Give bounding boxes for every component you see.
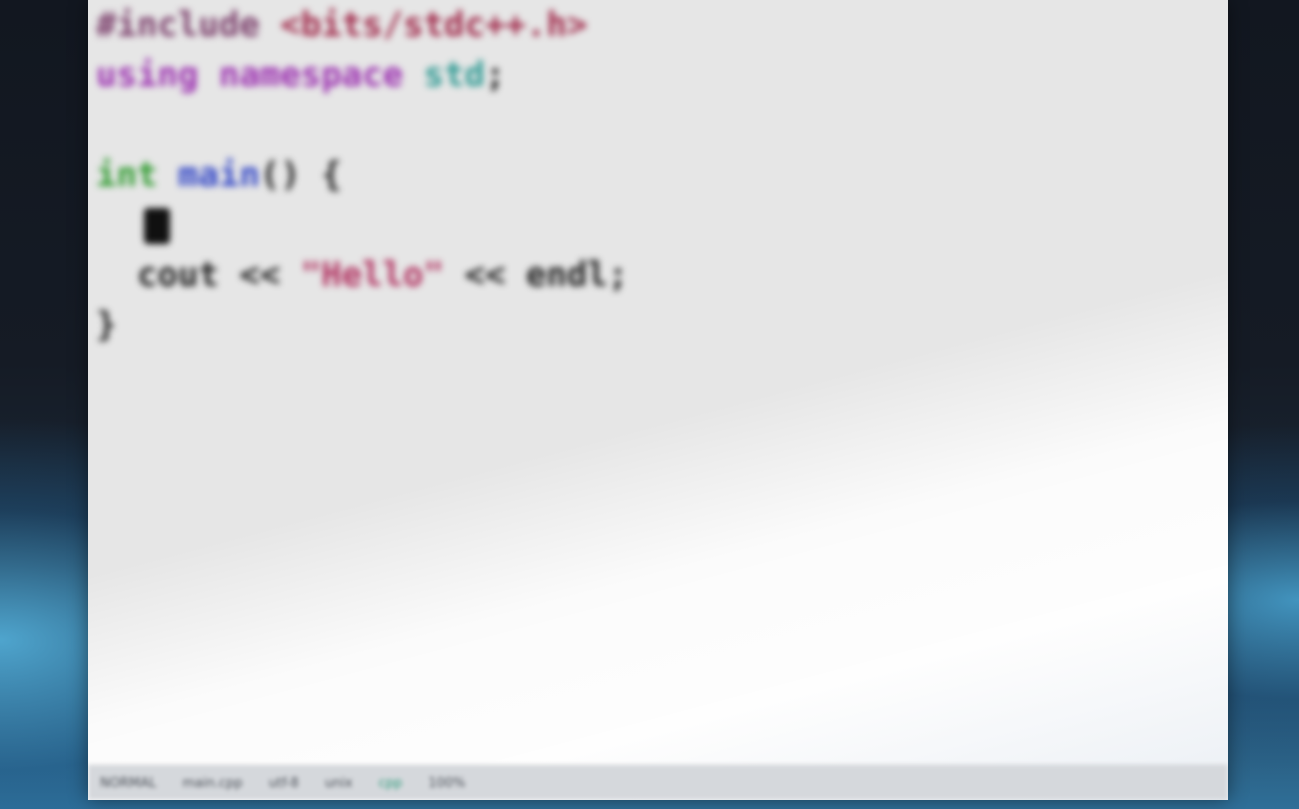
code-line-2[interactable]: using namespace std; xyxy=(96,50,1228,100)
text-cursor xyxy=(144,208,170,244)
header-token: <bits/stdc++.h> xyxy=(280,5,588,45)
punct-token: } xyxy=(96,305,117,345)
status-bar: NORMAL main.cpp utf-8 unix cpp 100% xyxy=(88,765,1228,800)
code-editor[interactable]: #include <bits/stdc++.h> using namespace… xyxy=(96,0,1228,766)
code-line-5[interactable] xyxy=(96,200,1228,250)
status-filetype: cpp xyxy=(378,775,403,791)
plain-token: cout << xyxy=(96,255,301,295)
keyword-token: using xyxy=(96,55,199,95)
status-encoding: utf-8 xyxy=(268,775,299,791)
punct-token: () { xyxy=(259,155,342,195)
keyword-token: namespace xyxy=(218,55,404,95)
punct-token: ; xyxy=(484,55,506,95)
string-token: "Hello" xyxy=(300,255,444,295)
function-token: main xyxy=(177,155,260,195)
code-line-1[interactable]: #include <bits/stdc++.h> xyxy=(96,0,1228,50)
code-line-6[interactable]: cout << "Hello" << endl; xyxy=(96,250,1228,300)
editor-window[interactable]: #include <bits/stdc++.h> using namespace… xyxy=(88,0,1228,800)
plain-token: << endl; xyxy=(444,255,629,295)
code-line-4[interactable]: int main() { xyxy=(96,150,1228,200)
status-format: unix xyxy=(324,775,353,791)
code-line-7[interactable]: } xyxy=(96,300,1228,350)
namespace-token: std xyxy=(423,55,485,95)
type-token: int xyxy=(96,155,158,195)
status-mode: NORMAL xyxy=(100,775,157,791)
status-position: 100% xyxy=(428,775,466,791)
directive-token: #include xyxy=(96,5,260,45)
status-filename: main.cpp xyxy=(182,775,243,791)
code-line-3[interactable] xyxy=(96,100,1228,150)
